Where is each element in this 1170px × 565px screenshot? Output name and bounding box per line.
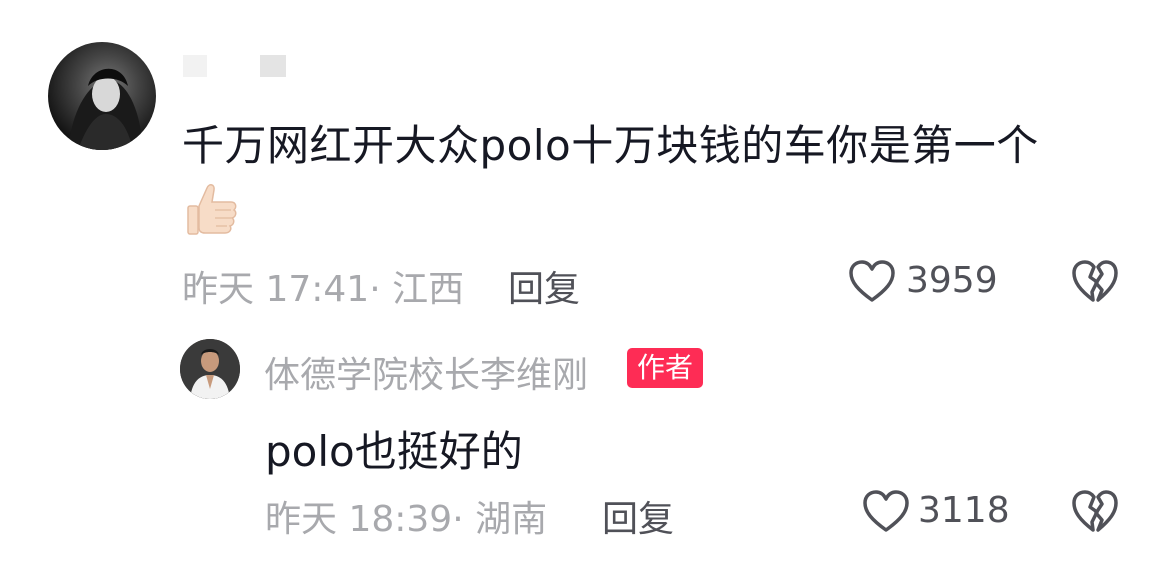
username-redacted [260, 55, 286, 77]
reply-text: polo也挺好的 [265, 427, 523, 476]
author-badge: 作者 [627, 348, 704, 388]
like-count: 3118 [918, 490, 1010, 531]
username-redacted [183, 55, 207, 77]
replier-avatar[interactable] [180, 339, 240, 399]
thumbs-up-emoji-icon [185, 180, 239, 240]
reply-button[interactable]: 回复 [602, 490, 674, 542]
heart-outline-icon[interactable] [862, 490, 910, 534]
broken-heart-icon[interactable] [1071, 260, 1119, 304]
reply-button[interactable]: 回复 [508, 260, 580, 312]
comment-timestamp-location: 昨天 17:41· 江西 [182, 269, 465, 310]
comment-text: 千万网红开大众polo十万块钱的车你是第一个 [182, 121, 1039, 170]
broken-heart-icon[interactable] [1071, 490, 1119, 534]
heart-outline-icon[interactable] [848, 260, 896, 304]
like-count: 3959 [906, 260, 998, 301]
commenter-avatar[interactable] [48, 42, 156, 150]
reply-timestamp-location: 昨天 18:39· 湖南 [265, 499, 548, 540]
replier-username[interactable]: 体德学院校长李维刚 [264, 346, 588, 398]
